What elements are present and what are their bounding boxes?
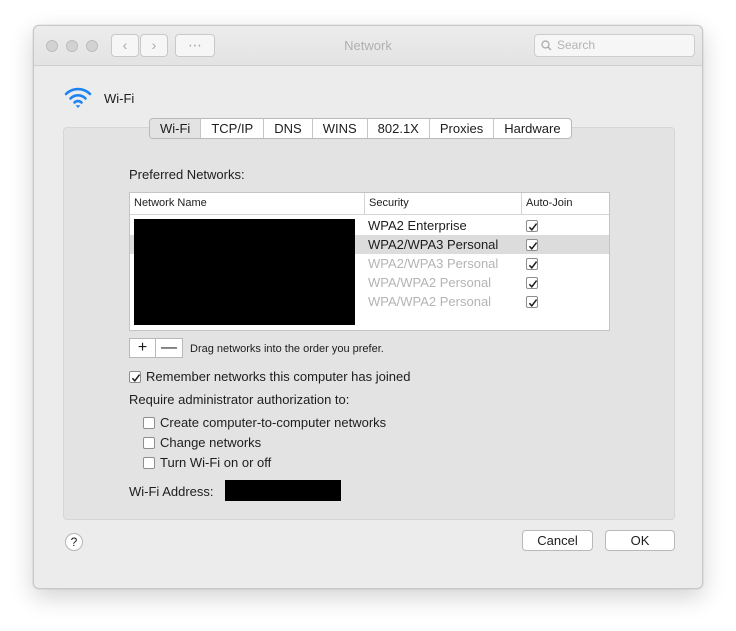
ok-button[interactable]: OK xyxy=(605,530,675,551)
auto-join-checkbox[interactable] xyxy=(526,239,538,251)
change-networks-checkbox[interactable] xyxy=(143,437,155,449)
network-security: WPA/WPA2 Personal xyxy=(368,294,492,309)
remove-network-button[interactable]: — xyxy=(156,339,182,357)
table-header: Network Name Security Auto-Join xyxy=(130,193,609,215)
tab-8021x[interactable]: 802.1X xyxy=(368,119,430,138)
checkmark-icon xyxy=(528,242,538,250)
create-networks-checkbox[interactable] xyxy=(143,417,155,429)
change-networks-option[interactable]: Change networks xyxy=(143,435,261,451)
auto-join-checkbox[interactable] xyxy=(526,277,538,289)
cancel-button[interactable]: Cancel xyxy=(522,530,593,551)
search-placeholder: Search xyxy=(557,38,596,52)
column-network-name[interactable]: Network Name xyxy=(130,193,364,215)
tab-proxies[interactable]: Proxies xyxy=(430,119,495,138)
auto-join-checkbox[interactable] xyxy=(526,258,538,270)
add-remove-control: + — xyxy=(129,338,183,358)
column-auto-join[interactable]: Auto-Join xyxy=(521,193,609,215)
wifi-address-label: Wi-Fi Address: xyxy=(129,484,214,499)
create-networks-option[interactable]: Create computer-to-computer networks xyxy=(143,415,386,431)
checkmark-icon xyxy=(528,223,538,231)
column-security[interactable]: Security xyxy=(364,193,521,215)
network-preferences-window: ‹ › ⋯ Network Search Wi-Fi Wi-Fi TCP/IP … xyxy=(33,25,703,589)
require-admin-label: Require administrator authorization to: xyxy=(129,392,350,407)
preferred-networks-table[interactable]: Network Name Security Auto-Join WPA2 Ent… xyxy=(129,192,610,331)
add-network-button[interactable]: + xyxy=(130,339,156,357)
tab-wins[interactable]: WINS xyxy=(313,119,368,138)
change-networks-label: Change networks xyxy=(160,435,262,450)
tab-dns[interactable]: DNS xyxy=(264,119,313,138)
preferred-networks-label: Preferred Networks: xyxy=(129,167,245,182)
title-bar: ‹ › ⋯ Network Search xyxy=(34,26,702,66)
checkmark-icon xyxy=(131,374,141,382)
auto-join-checkbox[interactable] xyxy=(526,296,538,308)
search-icon xyxy=(541,40,552,51)
create-networks-label: Create computer-to-computer networks xyxy=(160,415,387,430)
network-security: WPA2/WPA3 Personal xyxy=(368,256,499,271)
drag-hint: Drag networks into the order you prefer. xyxy=(190,343,384,355)
network-security: WPA2/WPA3 Personal xyxy=(368,237,499,252)
wifi-icon xyxy=(64,87,92,108)
redacted-wifi-address xyxy=(225,480,341,501)
toggle-wifi-checkbox[interactable] xyxy=(143,457,155,469)
content-area: Wi-Fi Wi-Fi TCP/IP DNS WINS 802.1X Proxi… xyxy=(34,67,702,588)
checkmark-icon xyxy=(528,299,538,307)
network-security: WPA2 Enterprise xyxy=(368,218,467,233)
redacted-network-names xyxy=(134,219,355,325)
toggle-wifi-label: Turn Wi-Fi on or off xyxy=(160,455,272,470)
remember-networks-option[interactable]: Remember networks this computer has join… xyxy=(129,369,410,385)
search-field[interactable]: Search xyxy=(534,34,695,57)
network-security: WPA/WPA2 Personal xyxy=(368,275,492,290)
tab-hardware[interactable]: Hardware xyxy=(494,119,570,138)
checkmark-icon xyxy=(528,261,538,269)
checkmark-icon xyxy=(528,280,538,288)
tab-bar: Wi-Fi TCP/IP DNS WINS 802.1X Proxies Har… xyxy=(149,118,572,139)
toggle-wifi-option[interactable]: Turn Wi-Fi on or off xyxy=(143,455,271,471)
auto-join-checkbox[interactable] xyxy=(526,220,538,232)
tab-tcpip[interactable]: TCP/IP xyxy=(201,119,265,138)
help-button[interactable]: ? xyxy=(65,533,83,551)
remember-networks-label: Remember networks this computer has join… xyxy=(146,369,411,384)
remember-networks-checkbox[interactable] xyxy=(129,371,141,383)
tab-wifi[interactable]: Wi-Fi xyxy=(150,119,202,138)
interface-name: Wi-Fi xyxy=(104,91,135,106)
